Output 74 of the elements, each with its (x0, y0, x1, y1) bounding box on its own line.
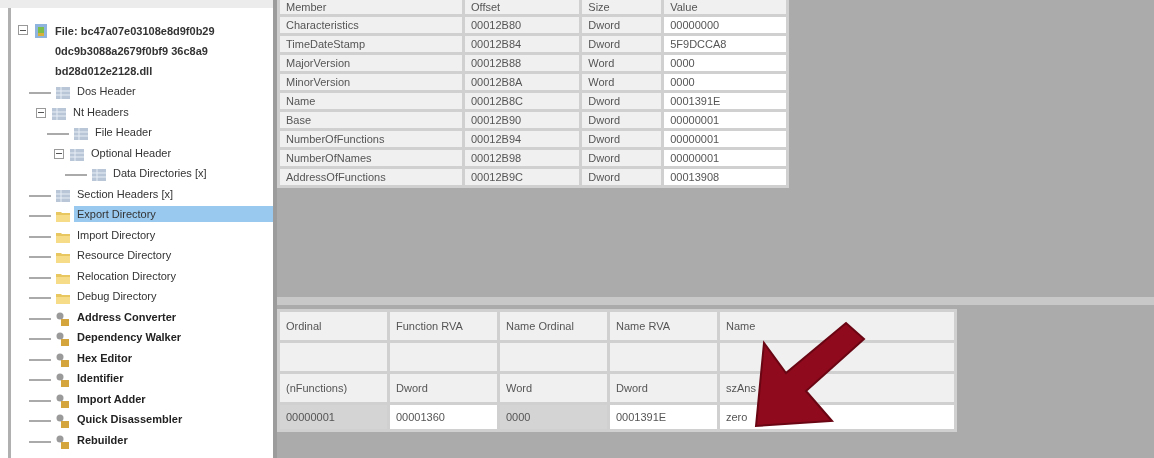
table-cell: 00012B9C (463, 167, 581, 187)
tree-item[interactable]: Import Directory (74, 226, 159, 243)
table-cell: Dword (580, 91, 663, 111)
table-cell: 00001360 (388, 403, 499, 431)
grid-icon (91, 167, 107, 183)
table-cell: TimeDateStamp (278, 34, 464, 54)
table-cell: MinorVersion (278, 72, 464, 92)
grid-icon (73, 126, 89, 142)
table-cell: Dword (580, 129, 663, 149)
table-cell: Characteristics (278, 15, 464, 35)
table-cell: 00012B94 (463, 129, 581, 149)
tree-item[interactable]: Debug Directory (74, 288, 160, 304)
grid-icon (55, 187, 71, 204)
tree-item[interactable]: Resource Directory (74, 247, 175, 263)
column-header[interactable]: Member (278, 0, 464, 16)
table-cell: Word (580, 53, 663, 73)
tool-icon (55, 331, 71, 347)
tool-icon (55, 392, 71, 409)
collapse-icon[interactable] (36, 107, 46, 118)
table-cell: 00012B8A (463, 72, 581, 92)
table-cell: 00012B90 (463, 110, 581, 130)
table-cell: AddressOfFunctions (278, 167, 464, 187)
table-cell: Word (580, 72, 663, 92)
tree-item[interactable]: File: bc47a07e03108e8d9f0b29 0dc9b3088a2679f0bf9 36c8a9 bd28d012e2128.dll (52, 21, 218, 83)
tree-item[interactable]: Relocation Directory (74, 267, 180, 284)
collapse-icon[interactable] (18, 25, 28, 35)
file-icon (33, 23, 49, 39)
tree-item[interactable]: Export Directory (74, 206, 273, 222)
tree-item[interactable]: Quick Disassembler (74, 411, 186, 427)
table-cell: 00012B80 (463, 15, 581, 35)
table-cell: Dword (580, 15, 663, 35)
tree-item[interactable]: Dependency Walker (74, 329, 185, 345)
tree-item[interactable]: Optional Header (88, 144, 175, 161)
table-cell: 00012B98 (463, 148, 581, 168)
collapse-icon[interactable] (54, 148, 64, 159)
column-header[interactable]: Function RVA (388, 310, 499, 342)
tree-item[interactable]: File Header (92, 124, 155, 140)
column-header[interactable]: Name Ordinal (498, 310, 609, 342)
table-cell: 0000 (498, 403, 609, 431)
tree-item[interactable]: Identifier (74, 370, 127, 386)
table-cell: 00012B8C (463, 91, 581, 111)
tree-item[interactable]: Hex Editor (74, 349, 135, 366)
table-cell: 00012B84 (463, 34, 581, 54)
table-cell: Dword (580, 110, 663, 130)
table-cell: NumberOfFunctions (278, 129, 464, 149)
tree-item[interactable]: Dos Header (74, 83, 139, 99)
tool-icon (55, 413, 71, 429)
table-cell: 00012B88 (463, 53, 581, 73)
table-cell: Dword (580, 148, 663, 168)
column-header[interactable]: Name RVA (608, 310, 719, 342)
table-cell: NumberOfNames (278, 148, 464, 168)
table-cell: Dword (580, 34, 663, 54)
tree-item[interactable]: Section Headers [x] (74, 185, 176, 202)
tree-item[interactable]: Nt Headers (70, 103, 132, 120)
tool-icon (55, 372, 71, 388)
table-cell: 00000001 (278, 403, 389, 431)
column-header[interactable]: Size (580, 0, 663, 16)
column-header[interactable]: Ordinal (278, 310, 389, 342)
table-cell: Dword (580, 167, 663, 187)
column-header[interactable]: Offset (463, 0, 581, 16)
table-cell: MajorVersion (278, 53, 464, 73)
table-cell: Name (278, 91, 464, 111)
tree-item[interactable]: Import Adder (74, 390, 149, 407)
tree-item[interactable]: Data Directories [x] (110, 165, 210, 181)
tool-icon (55, 310, 71, 327)
tool-icon (55, 433, 71, 450)
table-cell: Base (278, 110, 464, 130)
tree-item[interactable]: Address Converter (74, 308, 180, 325)
grid-icon (69, 146, 85, 163)
table-cell: 0001391E (608, 403, 719, 431)
tool-icon (55, 351, 71, 368)
tree-item[interactable]: Rebuilder (74, 431, 131, 448)
grid-icon (55, 85, 71, 101)
grid-icon (51, 105, 67, 122)
